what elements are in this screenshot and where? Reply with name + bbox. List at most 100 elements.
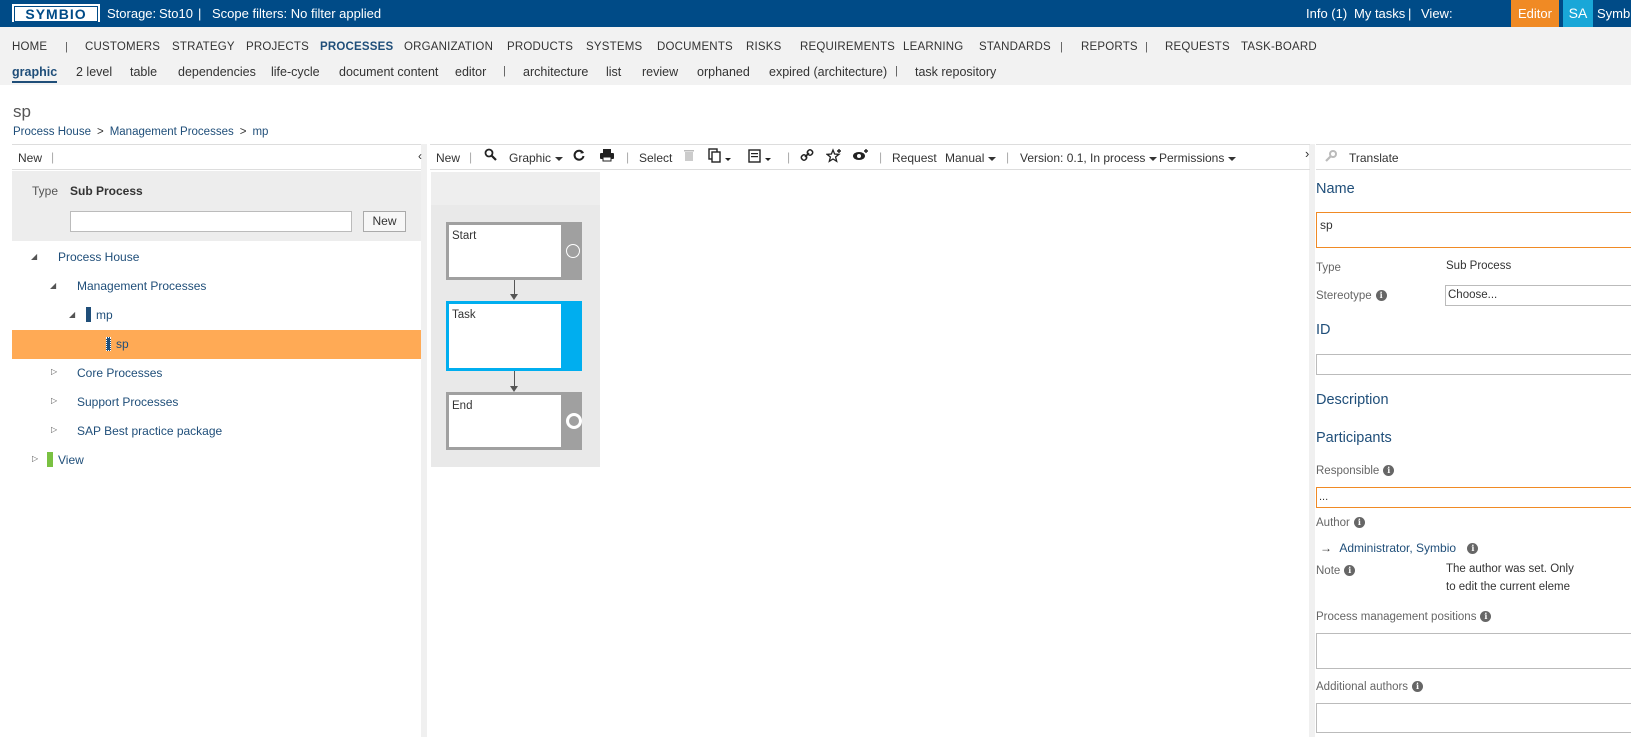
refresh-icon[interactable] — [572, 148, 586, 165]
nav-risks[interactable]: RISKS — [746, 41, 782, 53]
nav-reports[interactable]: REPORTS — [1081, 41, 1138, 53]
subtab-2-level[interactable]: 2 level — [76, 65, 112, 79]
collapse-left-icon[interactable]: ‹ — [418, 149, 422, 163]
nav-systems[interactable]: SYSTEMS — [586, 41, 642, 53]
subtab-graphic[interactable]: graphic — [12, 65, 58, 83]
subtab-table[interactable]: table — [130, 65, 157, 79]
nav-processes[interactable]: PROCESSES — [320, 41, 393, 53]
tree-search-input[interactable] — [70, 211, 352, 232]
info-icon[interactable]: i — [1344, 565, 1356, 577]
storage-value[interactable]: Sto10 — [159, 6, 193, 21]
tree-item-process-house[interactable]: Process House — [58, 244, 139, 271]
breadcrumb-item[interactable]: Process House — [13, 126, 91, 138]
tree-item-sap-best-practice[interactable]: SAP Best practice package — [77, 418, 222, 445]
breadcrumb-item[interactable]: mp — [252, 126, 268, 138]
type-new-button[interactable]: New — [363, 211, 406, 232]
tree-item-mp[interactable]: mp — [96, 302, 113, 329]
subtab-architecture[interactable]: architecture — [523, 65, 588, 79]
info-icon[interactable]: i — [1375, 290, 1387, 302]
task-shape[interactable]: Task — [446, 301, 582, 371]
tree-item-support-processes[interactable]: Support Processes — [77, 389, 178, 416]
id-input[interactable] — [1316, 354, 1631, 375]
participants-heading[interactable]: Participants — [1316, 430, 1392, 446]
collapsed-triangle-icon[interactable]: ▷ — [51, 396, 57, 405]
nav-products[interactable]: PRODUCTS — [507, 41, 573, 53]
right-splitter[interactable] — [1309, 144, 1315, 737]
user-avatar[interactable]: SA — [1563, 0, 1593, 27]
tree-item-view[interactable]: View — [58, 447, 84, 474]
author-link[interactable]: Administrator, Symbio — [1339, 541, 1456, 555]
translate-button[interactable]: Translate — [1349, 151, 1399, 165]
info-icon[interactable]: i — [1412, 681, 1424, 693]
user-name[interactable]: Symbio — [1597, 6, 1631, 21]
my-tasks-link[interactable]: My tasks — [1354, 6, 1405, 21]
nav-task-board[interactable]: TASK-BOARD — [1241, 41, 1317, 53]
info-icon[interactable]: i — [1467, 543, 1479, 555]
left-splitter[interactable] — [421, 144, 427, 737]
version-dropdown[interactable]: Version: 0.1, In process — [1020, 151, 1158, 165]
expanded-triangle-icon[interactable]: ◢ — [31, 252, 37, 261]
link-icon[interactable] — [800, 148, 814, 165]
nav-documents[interactable]: DOCUMENTS — [657, 41, 733, 53]
permissions-dropdown[interactable]: Permissions — [1159, 151, 1237, 165]
nav-customers[interactable]: CUSTOMERS — [85, 41, 160, 53]
view-mode-editor-button[interactable]: Editor — [1511, 0, 1559, 27]
start-event-shape[interactable]: Start — [446, 222, 582, 280]
subtab-orphaned[interactable]: orphaned — [697, 65, 750, 79]
nav-strategy[interactable]: STRATEGY — [172, 41, 235, 53]
nav-learning[interactable]: LEARNING — [903, 41, 963, 53]
tree-new-button[interactable]: New — [18, 151, 42, 165]
end-event-shape[interactable]: End — [446, 392, 582, 450]
zoom-icon[interactable] — [484, 148, 498, 165]
request-button[interactable]: Request — [892, 151, 937, 165]
symbio-logo[interactable]: SYMBIO — [12, 4, 100, 22]
tree-item-management-processes[interactable]: Management Processes — [77, 273, 206, 300]
subtab-task-repository[interactable]: task repository — [915, 65, 996, 79]
author-label: Author i — [1316, 517, 1365, 529]
name-input[interactable]: sp — [1316, 212, 1631, 248]
additional-authors-input[interactable] — [1316, 703, 1631, 733]
diagram-canvas[interactable]: Start Task End — [431, 205, 600, 467]
subtab-document-content[interactable]: document content — [339, 65, 438, 79]
subtab-editor[interactable]: editor — [455, 65, 486, 79]
copy-dropdown-icon[interactable] — [708, 148, 734, 167]
scope-filters[interactable]: Scope filters: No filter applied — [212, 6, 381, 21]
subtab-dependencies[interactable]: dependencies — [178, 65, 256, 79]
nav-requests[interactable]: REQUESTS — [1165, 41, 1230, 53]
collapsed-triangle-icon[interactable]: ▷ — [32, 454, 38, 463]
nav-organization[interactable]: ORGANIZATION — [404, 41, 493, 53]
expanded-triangle-icon[interactable]: ◢ — [50, 281, 56, 290]
info-icon[interactable]: i — [1480, 611, 1492, 623]
watch-add-icon[interactable] — [852, 148, 870, 165]
select-button[interactable]: Select — [639, 151, 672, 165]
process-management-positions-input[interactable] — [1316, 633, 1631, 669]
stereotype-select[interactable]: Choose... — [1445, 285, 1631, 306]
nav-home[interactable]: HOME — [12, 41, 47, 53]
info-icon[interactable]: i — [1383, 465, 1395, 477]
subtab-review[interactable]: review — [642, 65, 678, 79]
manual-dropdown[interactable]: Manual — [945, 151, 997, 165]
delete-icon[interactable] — [683, 148, 695, 165]
wrench-icon[interactable] — [1324, 149, 1338, 166]
nav-requirements[interactable]: REQUIREMENTS — [800, 41, 895, 53]
description-heading[interactable]: Description — [1316, 392, 1389, 408]
info-icon[interactable]: i — [1353, 517, 1365, 529]
nav-projects[interactable]: PROJECTS — [246, 41, 309, 53]
tree-item-sp[interactable]: sp — [116, 331, 129, 358]
subtab-list[interactable]: list — [606, 65, 621, 79]
collapsed-triangle-icon[interactable]: ▷ — [51, 367, 57, 376]
subtab-life-cycle[interactable]: life-cycle — [271, 65, 320, 79]
expanded-triangle-icon[interactable]: ◢ — [69, 310, 75, 319]
diagram-new-button[interactable]: New — [436, 151, 460, 165]
nav-standards[interactable]: STANDARDS — [979, 41, 1051, 53]
info-link[interactable]: Info (1) — [1306, 6, 1347, 21]
graphic-dropdown[interactable]: Graphic — [509, 151, 564, 165]
paste-dropdown-icon[interactable] — [748, 148, 774, 167]
collapsed-triangle-icon[interactable]: ▷ — [51, 425, 57, 434]
tree-item-core-processes[interactable]: Core Processes — [77, 360, 162, 387]
responsible-input[interactable]: ... — [1316, 487, 1631, 508]
subtab-expired-architecture[interactable]: expired (architecture) — [769, 65, 887, 79]
breadcrumb-item[interactable]: Management Processes — [110, 126, 234, 138]
favorite-add-icon[interactable] — [825, 148, 842, 167]
print-icon[interactable] — [599, 148, 615, 165]
